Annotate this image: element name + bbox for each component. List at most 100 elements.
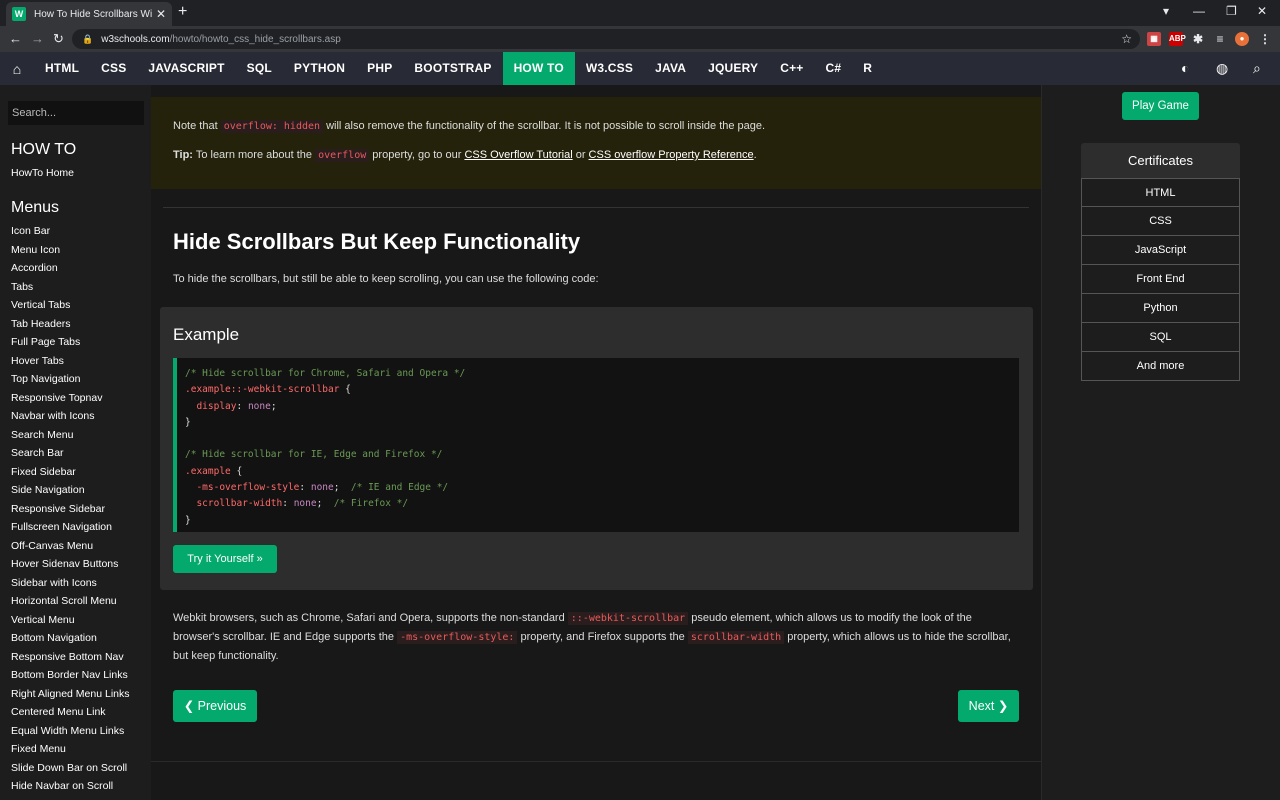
sidebar-link[interactable]: Accordion [11, 262, 58, 274]
sidebar-link[interactable]: Off-Canvas Menu [11, 540, 93, 552]
sidebar-link[interactable]: Responsive Bottom Nav [11, 651, 124, 663]
top-nav-item-c++[interactable]: C++ [769, 52, 814, 85]
globe-icon[interactable]: ◍ [1216, 60, 1228, 77]
sidebar-link[interactable]: Sidebar with Icons [11, 577, 97, 589]
certificate-link[interactable]: Python [1081, 294, 1240, 323]
certificate-link[interactable]: JavaScript [1081, 236, 1240, 265]
sidebar-link[interactable]: Horizontal Scroll Menu [11, 595, 117, 607]
sidebar-link[interactable]: Responsive Topnav [11, 392, 102, 404]
search-icon[interactable]: ⌕ [1253, 60, 1261, 77]
profile-dropdown-icon[interactable]: ▾ [1163, 4, 1169, 18]
tab-title: How To Hide Scrollbars With CSS [34, 8, 152, 20]
note-panel: Note that overflow: hidden will also rem… [151, 97, 1041, 189]
top-nav-item-java[interactable]: JAVA [644, 52, 697, 85]
certificate-link[interactable]: SQL [1081, 323, 1240, 352]
reload-icon[interactable]: ↻ [53, 31, 64, 47]
url-path: /howto/howto_css_hide_scrollbars.asp [169, 33, 341, 45]
play-game-button[interactable]: Play Game [1122, 92, 1199, 120]
inline-code: overflow: hidden [220, 120, 324, 133]
sidebar-link[interactable]: Hide Navbar on Scroll [11, 780, 113, 792]
tip-text: Tip: To learn more about the overflow pr… [173, 149, 757, 162]
sidebar-link[interactable]: Hover Tabs [11, 355, 64, 367]
lock-icon: 🔒 [82, 33, 94, 44]
sidebar-link[interactable]: Vertical Tabs [11, 299, 70, 311]
window-close-icon[interactable]: ✕ [1257, 4, 1267, 18]
more-menu-icon[interactable]: ⋮ [1258, 32, 1272, 46]
top-nav-item-bootstrap[interactable]: BOOTSTRAP [403, 52, 502, 85]
minimize-icon[interactable]: — [1193, 4, 1205, 18]
reading-list-icon[interactable]: ≡ [1213, 32, 1227, 46]
top-nav-item-javascript[interactable]: JAVASCRIPT [137, 52, 235, 85]
w3schools-favicon-icon: W [12, 7, 26, 21]
top-nav-item-r[interactable]: R [852, 52, 883, 85]
sidebar-link[interactable]: Icon Bar [11, 225, 50, 237]
home-icon[interactable]: ⌂ [0, 61, 34, 77]
sidebar-link[interactable]: Slide Down Bar on Scroll [11, 762, 127, 774]
sidebar-link[interactable]: Centered Menu Link [11, 706, 106, 718]
howto-heading: HOW TO [11, 141, 77, 158]
sidebar-link[interactable]: Menu Icon [11, 244, 60, 256]
sidebar-link[interactable]: Equal Width Menu Links [11, 725, 124, 737]
sidebar-link[interactable]: Navbar with Icons [11, 410, 94, 422]
sidebar-link[interactable]: Fullscreen Navigation [11, 521, 112, 533]
url-field[interactable]: 🔒 w3schools.com/howto/howto_css_hide_scr… [72, 29, 1140, 49]
top-nav-item-php[interactable]: PHP [356, 52, 403, 85]
forward-arrow-icon[interactable]: → [31, 31, 44, 46]
code-block: /* Hide scrollbar for Chrome, Safari and… [173, 358, 1019, 532]
certificate-link[interactable]: CSS [1081, 207, 1240, 236]
top-nav-item-python[interactable]: PYTHON [283, 52, 356, 85]
example-title: Example [173, 325, 240, 344]
menus-heading: Menus [11, 199, 60, 216]
theme-toggle-icon[interactable]: ◐ [1181, 60, 1189, 76]
adblock-icon[interactable]: ABP [1169, 32, 1186, 46]
sidebar-link[interactable]: Top Navigation [11, 373, 80, 385]
intro-text: To hide the scrollbars, but still be abl… [173, 273, 599, 285]
close-tab-icon[interactable]: ✕ [156, 7, 166, 21]
sidebar-link[interactable]: Vertical Menu [11, 614, 75, 626]
sidebar-link[interactable]: Search Menu [11, 429, 73, 441]
divider [163, 207, 1029, 208]
top-nav-item-c#[interactable]: C# [815, 52, 853, 85]
try-it-yourself-button[interactable]: Try it Yourself » [173, 545, 277, 573]
top-nav-item-how-to[interactable]: HOW TO [502, 52, 575, 85]
sidebar-link[interactable]: Tabs [11, 281, 33, 293]
restore-icon[interactable]: ❐ [1226, 4, 1237, 18]
top-nav-item-css[interactable]: CSS [90, 52, 137, 85]
sidebar-link[interactable]: Tab Headers [11, 318, 71, 330]
tip-label: Tip: [173, 149, 193, 161]
inline-code: scrollbar-width [687, 631, 785, 644]
example-box: Example /* Hide scrollbar for Chrome, Sa… [160, 307, 1033, 590]
sidebar-link[interactable]: Bottom Navigation [11, 632, 97, 644]
previous-button[interactable]: ❮ Previous [173, 690, 257, 722]
sidebar-link[interactable]: Fixed Menu [11, 743, 66, 755]
sidebar-link-howto-home[interactable]: HowTo Home [11, 167, 74, 179]
sidebar-link[interactable]: Responsive Sidebar [11, 503, 105, 515]
certificate-link[interactable]: And more [1081, 352, 1240, 381]
sidebar-link[interactable]: Search Bar [11, 447, 64, 459]
extensions-puzzle-icon[interactable]: ✱ [1191, 32, 1205, 46]
certificate-link[interactable]: HTML [1081, 178, 1240, 207]
top-nav-items: HTML CSS JAVASCRIPT SQL PYTHON PHP BOOTSTRAP HO… [34, 52, 883, 85]
top-nav-item-html[interactable]: HTML [34, 52, 90, 85]
profile-avatar-icon[interactable]: ● [1235, 32, 1249, 46]
top-nav-item-w3-css[interactable]: W3.CSS [575, 52, 644, 85]
sidebar-search-input[interactable] [8, 101, 144, 125]
css-overflow-tutorial-link[interactable]: CSS Overflow Tutorial [464, 149, 572, 161]
certificates-heading: Certificates [1081, 143, 1240, 178]
sidebar-link[interactable]: Full Page Tabs [11, 336, 80, 348]
next-button[interactable]: Next ❯ [958, 690, 1019, 722]
back-arrow-icon[interactable]: ← [9, 31, 22, 46]
sidebar-link[interactable]: Hover Sidenav Buttons [11, 558, 118, 570]
certificate-link[interactable]: Front End [1081, 265, 1240, 294]
browser-tab[interactable]: W How To Hide Scrollbars With CSS ✕ [6, 2, 172, 26]
top-nav-item-jquery[interactable]: JQUERY [697, 52, 769, 85]
top-nav-item-sql[interactable]: SQL [236, 52, 283, 85]
sidebar-link[interactable]: Bottom Border Nav Links [11, 669, 128, 681]
sidebar-link[interactable]: Side Navigation [11, 484, 85, 496]
css-overflow-reference-link[interactable]: CSS overflow Property Reference [589, 149, 754, 161]
new-tab-icon[interactable]: + [178, 3, 187, 21]
sidebar-link[interactable]: Right Aligned Menu Links [11, 688, 130, 700]
bookmark-star-icon[interactable]: ☆ [1121, 32, 1132, 46]
sidebar-link[interactable]: Fixed Sidebar [11, 466, 76, 478]
extension-grid-icon[interactable]: ▦ [1147, 32, 1161, 46]
